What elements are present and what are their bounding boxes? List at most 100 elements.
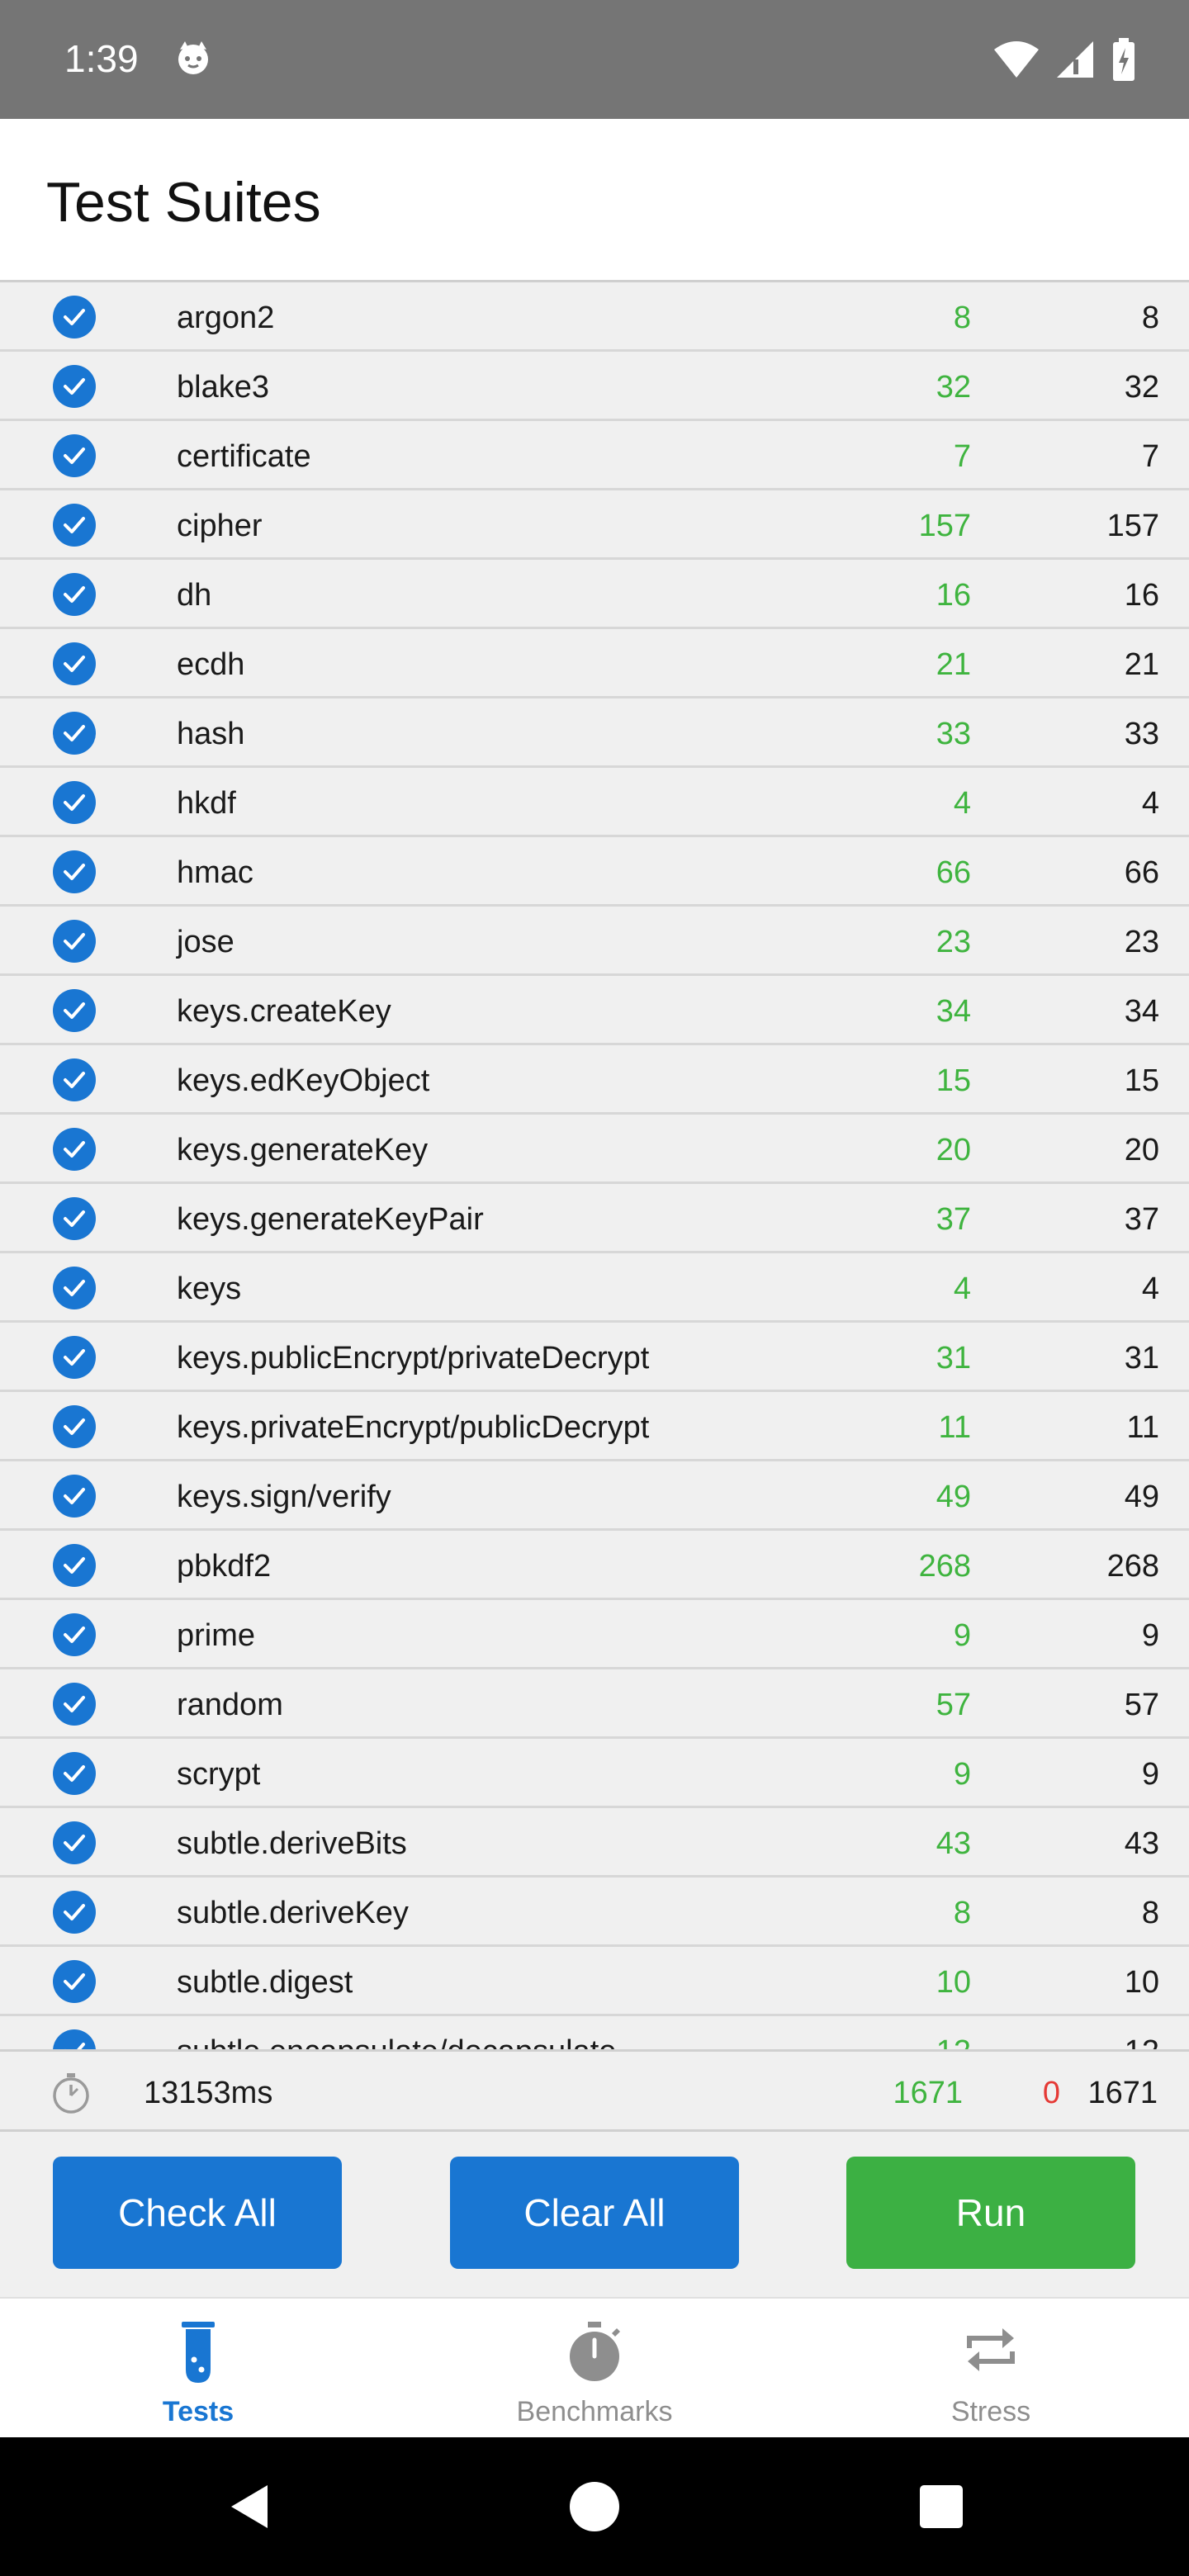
checkbox-checked-icon[interactable] — [53, 573, 96, 616]
checkbox-checked-icon[interactable] — [53, 850, 96, 893]
clear-all-button[interactable]: Clear All — [450, 2157, 739, 2269]
suite-name: keys.createKey — [177, 994, 391, 1029]
battery-icon — [1113, 38, 1135, 81]
suite-row[interactable]: keys.publicEncrypt/privateDecrypt 31 31 — [0, 1323, 1189, 1392]
suite-name: keys.edKeyObject — [177, 1063, 430, 1098]
suite-passed-count: 66 — [936, 855, 971, 890]
suite-row[interactable]: keys.sign/verify 49 49 — [0, 1461, 1189, 1531]
suite-row[interactable]: scrypt 9 9 — [0, 1739, 1189, 1808]
suite-row[interactable]: subtle.deriveBits 43 43 — [0, 1808, 1189, 1878]
checkbox-checked-icon[interactable] — [53, 1336, 96, 1379]
suite-total-count: 12 — [1125, 2034, 1159, 2049]
suite-row[interactable]: keys.edKeyObject 15 15 — [0, 1045, 1189, 1115]
checkbox-checked-icon[interactable] — [53, 1475, 96, 1518]
suite-name: keys.publicEncrypt/privateDecrypt — [177, 1341, 650, 1376]
suite-row[interactable]: keys 4 4 — [0, 1253, 1189, 1323]
suite-passed-count: 12 — [936, 2034, 971, 2049]
suite-passed-count: 8 — [953, 301, 971, 335]
suite-row[interactable]: hmac 66 66 — [0, 837, 1189, 907]
checkbox-checked-icon[interactable] — [53, 1960, 96, 2003]
checkbox-checked-icon[interactable] — [53, 365, 96, 408]
checkbox-checked-icon[interactable] — [53, 1197, 96, 1240]
suite-name: keys — [177, 1271, 242, 1306]
suite-row[interactable]: keys.generateKeyPair 37 37 — [0, 1184, 1189, 1253]
checkbox-checked-icon[interactable] — [53, 1821, 96, 1864]
tab-benchmarks[interactable]: Benchmarks — [396, 2299, 793, 2439]
checkbox-checked-icon[interactable] — [53, 1544, 96, 1587]
suite-name: keys.sign/verify — [177, 1480, 391, 1514]
suite-name: blake3 — [177, 370, 269, 405]
app-header: Test Suites — [0, 119, 1189, 282]
suite-passed-count: 7 — [953, 439, 971, 474]
suite-row[interactable]: prime 9 9 — [0, 1600, 1189, 1669]
checkbox-checked-icon[interactable] — [53, 1267, 96, 1309]
suite-passed-count: 8 — [953, 1896, 971, 1930]
recents-icon[interactable] — [915, 2480, 968, 2533]
suite-row[interactable]: hkdf 4 4 — [0, 768, 1189, 837]
suite-row[interactable]: subtle.encapsulate/decapsulate 12 12 — [0, 2016, 1189, 2049]
suite-row[interactable]: keys.privateEncrypt/publicDecrypt 11 11 — [0, 1392, 1189, 1461]
wifi-icon — [994, 41, 1039, 78]
suite-passed-count: 9 — [953, 1618, 971, 1653]
suite-name: argon2 — [177, 301, 275, 335]
home-icon[interactable] — [568, 2480, 621, 2533]
suite-total-count: 157 — [1106, 509, 1159, 543]
suite-passed-count: 10 — [936, 1965, 971, 2000]
suite-row[interactable]: argon2 8 8 — [0, 282, 1189, 352]
run-button[interactable]: Run — [846, 2157, 1135, 2269]
checkbox-checked-icon[interactable] — [53, 434, 96, 477]
summary-duration: 13153ms — [144, 2076, 273, 2110]
checkbox-checked-icon[interactable] — [53, 920, 96, 963]
suite-row[interactable]: jose 23 23 — [0, 907, 1189, 976]
suite-row[interactable]: certificate 7 7 — [0, 421, 1189, 490]
checkbox-checked-icon[interactable] — [53, 1891, 96, 1934]
system-nav-bar — [0, 2437, 1189, 2576]
checkbox-checked-icon[interactable] — [53, 1058, 96, 1101]
suite-row[interactable]: keys.createKey 34 34 — [0, 976, 1189, 1045]
checkbox-checked-icon[interactable] — [53, 296, 96, 339]
suite-row[interactable]: dh 16 16 — [0, 560, 1189, 629]
suite-row[interactable]: ecdh 21 21 — [0, 629, 1189, 698]
back-icon[interactable] — [223, 2480, 276, 2533]
suite-name: prime — [177, 1618, 256, 1653]
checkbox-checked-icon[interactable] — [53, 712, 96, 755]
suite-row[interactable]: pbkdf2 268 268 — [0, 1531, 1189, 1600]
suite-name: cipher — [177, 509, 263, 543]
checkbox-checked-icon[interactable] — [53, 1405, 96, 1448]
suite-total-count: 11 — [1126, 1410, 1159, 1445]
suite-row[interactable]: keys.generateKey 20 20 — [0, 1115, 1189, 1184]
suite-total-count: 8 — [1141, 1896, 1159, 1930]
suite-total-count: 16 — [1124, 578, 1159, 613]
suite-total-count: 10 — [1124, 1965, 1159, 2000]
check-all-button[interactable]: Check All — [53, 2157, 342, 2269]
checkbox-checked-icon[interactable] — [53, 642, 96, 685]
tab-tests[interactable]: Tests — [0, 2299, 396, 2439]
checkbox-checked-icon[interactable] — [53, 1683, 96, 1726]
suite-name: pbkdf2 — [177, 1549, 272, 1584]
summary-passed-count: 1671 — [893, 2076, 963, 2110]
suite-list[interactable]: argon2 8 8 blake3 32 32 certificate 7 7 cipher 157… — [0, 282, 1189, 2049]
checkbox-checked-icon[interactable] — [53, 2029, 96, 2049]
checkbox-checked-icon[interactable] — [53, 989, 96, 1032]
suite-row[interactable]: subtle.deriveKey 8 8 — [0, 1878, 1189, 1947]
test-tube-icon — [182, 2322, 215, 2383]
suite-passed-count: 34 — [936, 994, 971, 1029]
suite-row[interactable]: hash 33 33 — [0, 698, 1189, 768]
suite-passed-count: 157 — [918, 509, 971, 543]
tab-stress[interactable]: Stress — [793, 2299, 1189, 2439]
suite-name: hmac — [177, 855, 253, 890]
suite-row[interactable]: blake3 32 32 — [0, 352, 1189, 421]
checkbox-checked-icon[interactable] — [53, 1128, 96, 1171]
suite-passed-count: 20 — [936, 1133, 971, 1167]
suite-row[interactable]: subtle.digest 10 10 — [0, 1947, 1189, 2016]
checkbox-checked-icon[interactable] — [53, 781, 96, 824]
suite-name: dh — [177, 578, 212, 613]
checkbox-checked-icon[interactable] — [53, 504, 96, 547]
checkbox-checked-icon[interactable] — [53, 1752, 96, 1795]
suite-row[interactable]: cipher 157 157 — [0, 490, 1189, 560]
suite-name: subtle.digest — [177, 1965, 353, 2000]
suite-row[interactable]: random 57 57 — [0, 1669, 1189, 1739]
suite-total-count: 4 — [1141, 786, 1159, 821]
checkbox-checked-icon[interactable] — [53, 1613, 96, 1656]
tab-benchmarks-label: Benchmarks — [516, 2396, 673, 2427]
